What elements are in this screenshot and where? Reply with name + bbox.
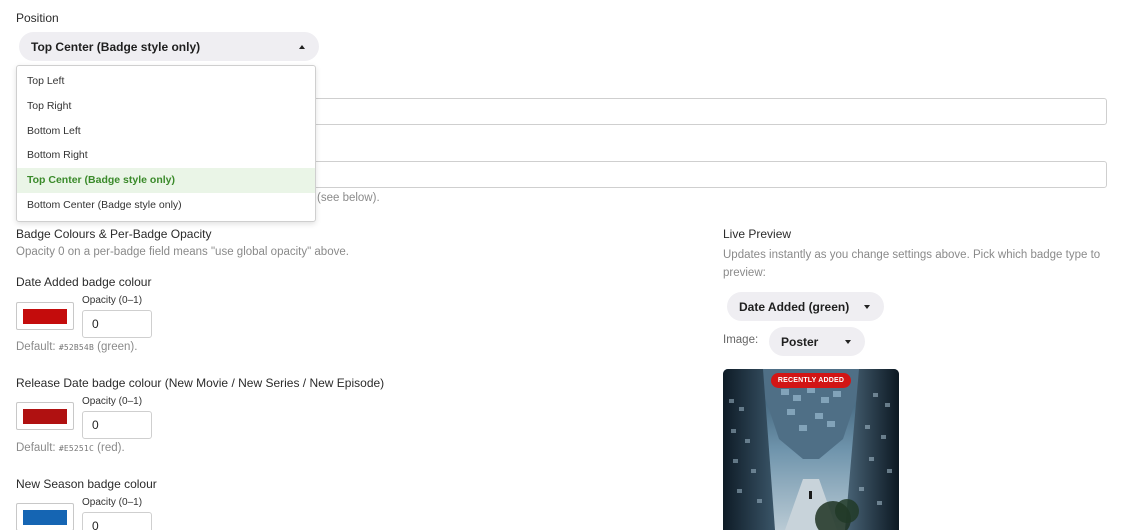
opacity-label: Opacity (0–1): [82, 497, 143, 508]
default-prefix: Default:: [16, 442, 56, 454]
option-top-left[interactable]: Top Left: [17, 69, 315, 94]
badge-type-select[interactable]: Date Added (green): [727, 292, 884, 321]
default-code: #E5251C: [58, 444, 94, 453]
chevron-down-icon: [845, 339, 851, 344]
release-date-default: Default: #E5251C (red).: [16, 442, 125, 454]
default-code: #52B54B: [58, 343, 94, 352]
field-help-tail: (see below).: [317, 192, 380, 204]
image-label: Image:: [723, 334, 759, 346]
default-suffix: (red).: [97, 442, 125, 454]
position-dropdown: Top Left Top Right Bottom Left Bottom Ri…: [16, 65, 316, 222]
position-label: Position: [16, 11, 59, 25]
live-preview-heading: Live Preview: [723, 227, 792, 241]
poster-preview: RECENTLY ADDED: [723, 369, 899, 530]
colour-swatch: [23, 309, 67, 324]
default-prefix: Default:: [16, 341, 56, 353]
opacity-label: Opacity (0–1): [82, 295, 143, 306]
caret-up-icon: [299, 44, 305, 49]
option-bottom-center[interactable]: Bottom Center (Badge style only): [17, 193, 315, 218]
option-top-center[interactable]: Top Center (Badge style only): [17, 168, 315, 193]
recently-added-badge: RECENTLY ADDED: [771, 373, 851, 388]
release-date-colour-label: Release Date badge colour (New Movie / N…: [16, 376, 385, 390]
date-added-colour-picker[interactable]: [16, 302, 74, 330]
date-added-colour-label: Date Added badge colour: [16, 275, 152, 289]
badge-colours-heading: Badge Colours & Per-Badge Opacity: [16, 227, 212, 241]
new-season-colour-picker[interactable]: [16, 503, 74, 530]
image-select[interactable]: Poster: [769, 327, 865, 356]
badge-type-value: Date Added (green): [739, 299, 850, 314]
colour-swatch: [23, 510, 67, 525]
image-select-value: Poster: [781, 334, 819, 349]
release-date-opacity-input[interactable]: 0: [82, 411, 152, 439]
badge-colours-help: Opacity 0 on a per-badge field means "us…: [16, 246, 349, 258]
new-season-colour-label: New Season badge colour: [16, 477, 157, 491]
new-season-opacity-input[interactable]: 0: [82, 512, 152, 530]
option-top-right[interactable]: Top Right: [17, 94, 315, 119]
text-field-2[interactable]: [300, 161, 1107, 188]
date-added-opacity-input[interactable]: 0: [82, 310, 152, 338]
release-date-colour-picker[interactable]: [16, 402, 74, 430]
live-preview-help: Updates instantly as you change settings…: [723, 249, 1101, 279]
option-bottom-right[interactable]: Bottom Right: [17, 143, 315, 168]
position-select-value: Top Center (Badge style only): [31, 39, 201, 54]
position-select[interactable]: Top Center (Badge style only): [19, 32, 319, 61]
text-field-1[interactable]: [300, 98, 1107, 125]
date-added-default: Default: #52B54B (green).: [16, 341, 137, 353]
default-suffix: (green).: [97, 341, 138, 353]
opacity-label: Opacity (0–1): [82, 396, 143, 407]
colour-swatch: [23, 409, 67, 424]
chevron-down-icon: [864, 304, 870, 309]
poster-image: [723, 369, 899, 530]
option-bottom-left[interactable]: Bottom Left: [17, 119, 315, 144]
